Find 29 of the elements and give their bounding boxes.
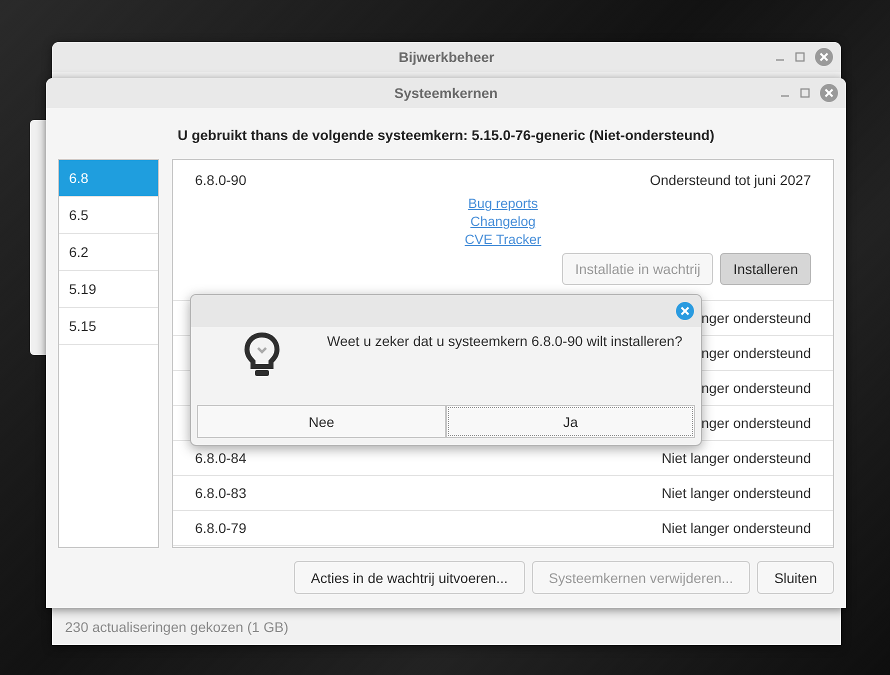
current-kernel-heading: U gebruikt thans de volgende systeemkern: 5.15.0-76-generic (Niet-ondersteund) xyxy=(176,127,716,143)
support-status: nger ondersteund xyxy=(701,415,811,431)
support-status: nger ondersteund xyxy=(701,310,811,326)
support-status: Niet langer ondersteund xyxy=(662,450,811,466)
dialog-button[interactable]: Nee xyxy=(197,405,446,438)
close-icon[interactable] xyxy=(820,84,838,102)
status-text: 230 actualiseringen gekozen (1 GB) xyxy=(65,618,288,634)
kernel-version: 6.8.0-90 xyxy=(195,172,246,188)
kernel-row[interactable]: 6.8.0-83 Niet langer ondersteund xyxy=(173,476,833,511)
support-status: Niet langer ondersteund xyxy=(662,485,811,501)
window-title: Systeemkernen xyxy=(394,85,498,101)
support-status: Ondersteund tot juni 2027 xyxy=(650,172,811,188)
kernel-version: 6.8.0-83 xyxy=(195,485,246,501)
maximize-icon[interactable] xyxy=(795,52,805,62)
support-status: nger ondersteund xyxy=(701,345,811,361)
window-title: Bijwerkbeheer xyxy=(398,49,494,65)
support-status: Niet langer ondersteund xyxy=(662,520,811,536)
maximize-icon[interactable] xyxy=(800,88,810,98)
install-button[interactable]: Installeren xyxy=(720,253,811,285)
kernel-row[interactable]: 6.8.0-79 Niet langer ondersteund xyxy=(173,511,833,546)
kernel-version: 6.8.0-84 xyxy=(195,450,246,466)
action-button[interactable]: Sluiten xyxy=(757,561,834,594)
close-icon[interactable] xyxy=(676,302,694,320)
dialog-button[interactable]: Ja xyxy=(446,405,695,438)
kernel-version: 6.8.0-79 xyxy=(195,520,246,536)
support-status: nger ondersteund xyxy=(701,380,811,396)
dialog-message: Weet u zeker dat u systeemkern 6.8.0-90 wilt installeren? xyxy=(327,333,682,349)
close-icon[interactable] xyxy=(815,48,833,66)
action-button[interactable]: Acties in de wachtrij uitvoeren... xyxy=(294,561,525,594)
